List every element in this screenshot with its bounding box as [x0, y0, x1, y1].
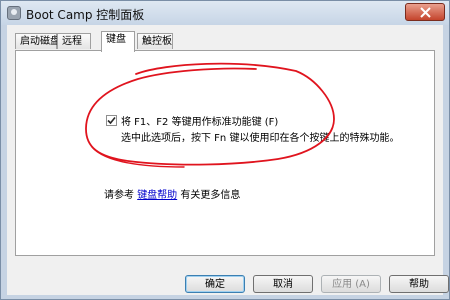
keyboard-help-link[interactable]: 键盘帮助 — [137, 190, 177, 201]
keyboard-tab-panel: 将 F1、F2 等键用作标准功能键 (F) 选中此选项后，按下 Fn 键以使用印… — [15, 50, 435, 256]
close-button[interactable] — [405, 3, 445, 21]
see-also-line: 请参考 键盘帮助 有关更多信息 — [104, 186, 240, 201]
tab-keyboard[interactable]: 键盘 — [101, 31, 135, 52]
apply-button[interactable]: 应用 (A) — [321, 275, 381, 293]
tab-label: 远程 — [62, 36, 82, 47]
tab-label: 键盘 — [106, 34, 126, 45]
checkmark-icon — [107, 116, 116, 125]
cancel-button[interactable]: 取消 — [253, 275, 313, 293]
see-also-suffix: 有关更多信息 — [180, 190, 241, 201]
bootcamp-app-icon — [7, 6, 21, 20]
tab-trackpad[interactable]: 触控板 — [137, 33, 173, 49]
dialog-client-area: 启动磁盘 远程 键盘 触控板 将 F1、F2 等键用作标准功能键 (F) 选中此… — [7, 25, 449, 295]
function-keys-checkbox[interactable] — [106, 115, 117, 126]
window-title: Boot Camp 控制面板 — [26, 8, 145, 22]
function-keys-checkbox-label[interactable]: 将 F1、F2 等键用作标准功能键 (F) — [121, 113, 278, 128]
see-also-prefix: 请参考 — [104, 190, 134, 201]
help-button[interactable]: 帮助 — [389, 275, 449, 293]
ok-button[interactable]: 确定 — [185, 275, 245, 293]
tab-remote[interactable]: 远程 — [57, 33, 91, 49]
close-icon — [420, 7, 431, 18]
bootcamp-control-panel-window: Boot Camp 控制面板 启动磁盘 远程 键盘 触控板 将 F1、F2 等键… — [0, 0, 450, 300]
tab-label: 启动磁盘 — [20, 36, 60, 47]
tab-label: 触控板 — [142, 36, 172, 47]
tab-startup-disk[interactable]: 启动磁盘 — [15, 33, 60, 49]
title-bar[interactable]: Boot Camp 控制面板 — [1, 1, 449, 25]
function-keys-description: 选中此选项后，按下 Fn 键以使用印在各个按键上的特殊功能。 — [121, 133, 400, 144]
red-annotation-circle — [85, 62, 335, 168]
